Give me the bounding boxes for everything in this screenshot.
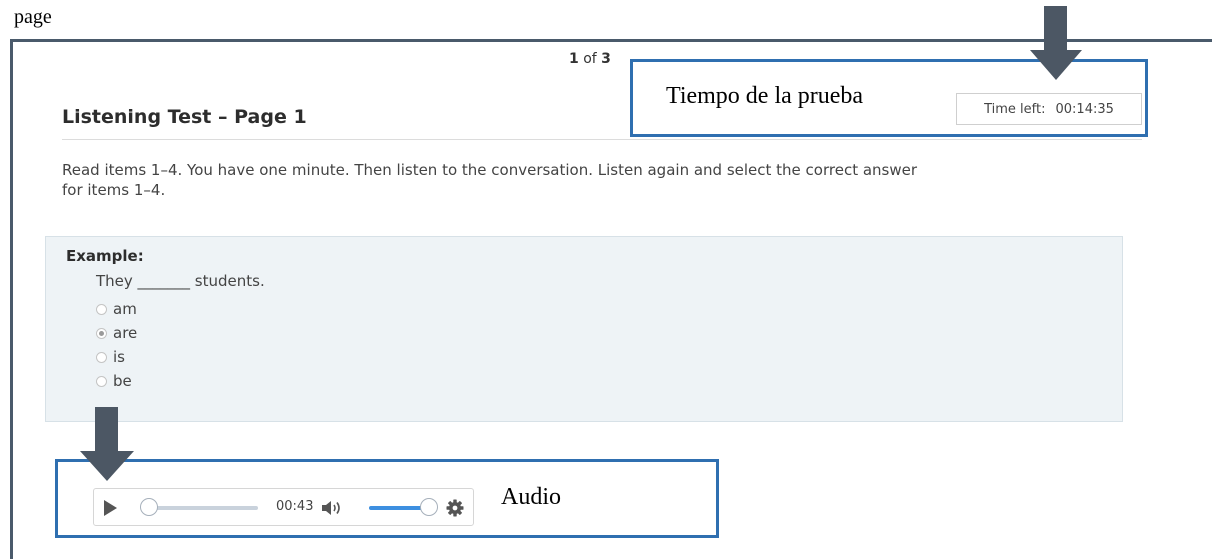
radio-button[interactable] (96, 351, 107, 363)
page-indicator: 1 of 3 (565, 51, 615, 67)
title-divider (62, 139, 1142, 140)
play-icon[interactable] (104, 500, 117, 516)
radio-button[interactable] (96, 375, 107, 387)
timer-down-arrow-icon (1030, 6, 1082, 80)
example-label: Example: (66, 247, 144, 265)
instructions-text: Read items 1–4. You have one minute. The… (62, 161, 918, 199)
total-pages-number: 3 (601, 51, 611, 67)
option-label: be (113, 372, 132, 390)
option-be[interactable]: be (96, 372, 132, 390)
timer-annotation-label: Tiempo de la prueba (666, 83, 864, 109)
page-title: Listening Test – Page 1 (62, 106, 307, 128)
option-is[interactable]: is (96, 348, 125, 366)
audio-annotation-label: Audio (501, 484, 561, 510)
page-of-label: of (583, 51, 597, 67)
option-am[interactable]: am (96, 300, 137, 318)
gear-icon[interactable] (445, 498, 465, 518)
example-panel: Example: They _______ students. am are i… (45, 236, 1123, 422)
example-question: They _______ students. (96, 272, 265, 290)
audio-player: 00:43 (93, 488, 474, 526)
option-label: am (113, 300, 137, 318)
volume-slider[interactable] (369, 506, 425, 510)
volume-icon[interactable] (321, 499, 343, 517)
current-page-number: 1 (569, 51, 579, 67)
radio-button[interactable] (96, 303, 107, 315)
top-page-label: page (14, 6, 52, 28)
radio-button-selected[interactable] (96, 327, 107, 339)
option-label: is (113, 348, 125, 366)
seek-handle[interactable] (140, 498, 158, 516)
option-are[interactable]: are (96, 324, 137, 342)
audio-time: 00:43 (276, 499, 314, 514)
option-label: are (113, 324, 138, 342)
volume-handle[interactable] (420, 498, 438, 516)
audio-down-arrow-icon (80, 407, 134, 481)
seek-bar[interactable] (150, 506, 258, 510)
